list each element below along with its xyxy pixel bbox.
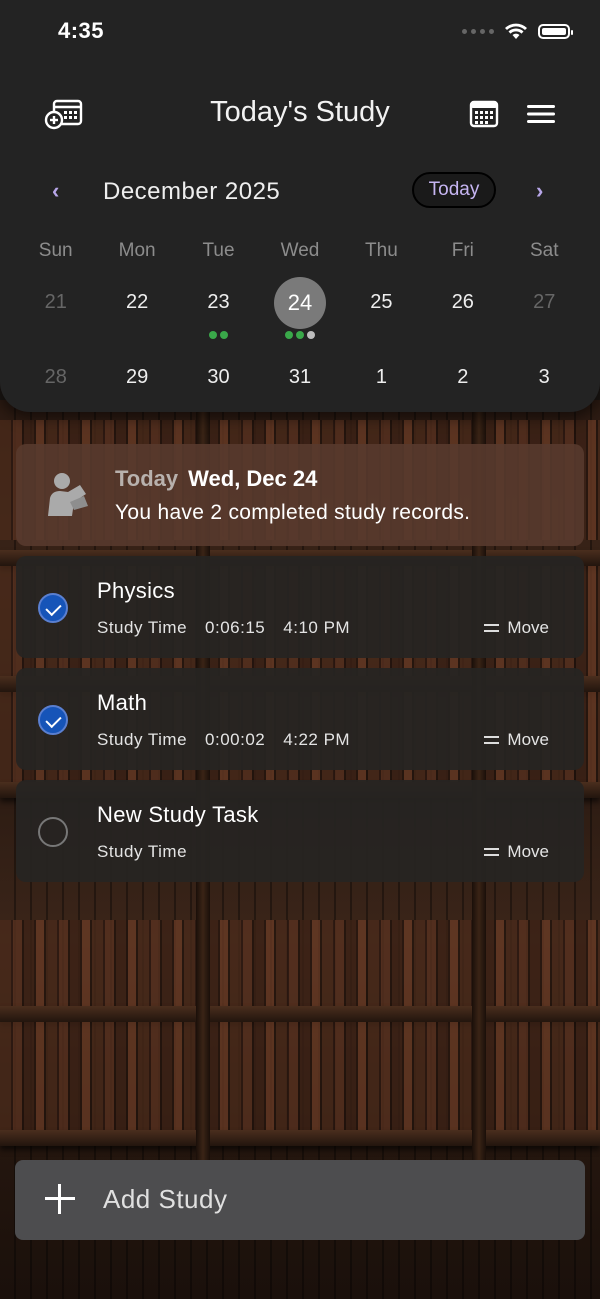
- study-duration: 0:06:15: [205, 618, 266, 637]
- today-label: Today: [115, 466, 179, 491]
- study-duration: 0:00:02: [205, 730, 266, 749]
- calendar-day[interactable]: 26: [422, 277, 503, 327]
- calendar-day[interactable]: 22: [96, 277, 177, 327]
- task-name: Physics: [97, 578, 175, 603]
- task-checkbox-checked[interactable]: [38, 593, 68, 623]
- move-handle[interactable]: Move: [484, 842, 549, 862]
- calendar-day-selected[interactable]: 24: [259, 277, 340, 339]
- chevron-right-icon[interactable]: ›: [536, 178, 543, 204]
- calendar-day[interactable]: 31: [259, 352, 340, 402]
- signal-icon: [462, 28, 494, 34]
- task-meta: Study Time 0:00:02 4:22 PM: [97, 730, 350, 750]
- study-time-label: Study Time: [97, 842, 188, 861]
- weekday-label: Sat: [529, 240, 559, 261]
- task-card[interactable]: Physics Study Time 0:06:15 4:10 PM Move: [16, 556, 584, 658]
- study-marks: [178, 331, 259, 339]
- weekday-label: Sun: [38, 240, 73, 261]
- page-title: Today's Study: [210, 96, 390, 128]
- status-time: 4:35: [58, 18, 105, 43]
- month-label: December 2025: [103, 178, 281, 205]
- weekday-label: Fri: [451, 240, 474, 261]
- task-meta: Study Time 0:06:15 4:10 PM: [97, 618, 350, 638]
- task-name: New Study Task: [97, 802, 259, 827]
- add-study-button[interactable]: Add Study: [15, 1160, 585, 1240]
- shelf-board: [0, 1006, 600, 1022]
- calendar-panel: 4:35 Today's Study ‹ December 2025 Today…: [0, 0, 600, 412]
- books-row: [0, 920, 600, 1010]
- calendar-day[interactable]: 21: [15, 277, 96, 327]
- task-card[interactable]: New Study Task Study Time Move: [16, 780, 584, 882]
- calendar-day[interactable]: 23: [178, 277, 259, 339]
- calendar-day[interactable]: 3: [504, 352, 585, 402]
- move-label: Move: [507, 618, 549, 637]
- add-study-label: Add Study: [103, 1184, 228, 1214]
- battery-icon: [538, 23, 573, 39]
- calendar-day[interactable]: 27: [504, 277, 585, 327]
- calendar-day[interactable]: 29: [96, 352, 177, 402]
- calendar-day[interactable]: 28: [15, 352, 96, 402]
- drag-handle-icon: [484, 736, 500, 744]
- move-label: Move: [507, 842, 549, 861]
- weekday-label: Tue: [202, 240, 235, 261]
- weekday-header: Sun Mon Tue Wed Thu Fri Sat: [15, 240, 585, 262]
- task-checkbox-checked[interactable]: [38, 705, 68, 735]
- summary-message: You have 2 completed study records.: [115, 501, 471, 524]
- study-marks: [259, 331, 340, 339]
- drag-handle-icon: [484, 624, 500, 632]
- weekday-label: Wed: [280, 240, 320, 261]
- task-name: Math: [97, 690, 148, 715]
- study-time-label: Study Time: [97, 618, 188, 637]
- plus-icon: [45, 1184, 75, 1214]
- shelf-board: [0, 1130, 600, 1146]
- task-meta: Study Time: [97, 842, 187, 862]
- chevron-left-icon[interactable]: ‹: [52, 178, 59, 204]
- drag-handle-icon: [484, 848, 500, 856]
- today-button[interactable]: Today: [412, 172, 496, 208]
- study-clock-time: 4:22 PM: [283, 730, 351, 749]
- study-time-label: Study Time: [97, 730, 188, 749]
- wifi-icon: [505, 23, 527, 39]
- summary-date: Today Wed, Dec 24: [115, 466, 317, 492]
- calendar-day[interactable]: 1: [341, 352, 422, 402]
- calendar-week: 21 22 23 24 25 26 27: [15, 277, 585, 339]
- daily-summary-card: Today Wed, Dec 24 You have 2 completed st…: [16, 444, 584, 546]
- books-row: [0, 1022, 600, 1132]
- calendar-week: 28 29 30 31 1 2 3: [15, 352, 585, 402]
- task-card[interactable]: Math Study Time 0:00:02 4:22 PM Move: [16, 668, 584, 770]
- weekday-label: Mon: [118, 240, 156, 261]
- date-label: Wed, Dec 24: [188, 466, 318, 491]
- weekday-label: Thu: [365, 240, 398, 261]
- reading-person-icon: [48, 473, 88, 516]
- move-handle[interactable]: Move: [484, 618, 549, 638]
- task-checkbox-unchecked[interactable]: [38, 817, 68, 847]
- calendar-day[interactable]: 2: [422, 352, 503, 402]
- month-navigator: ‹ December 2025 Today ›: [0, 172, 600, 212]
- move-label: Move: [507, 730, 549, 749]
- move-handle[interactable]: Move: [484, 730, 549, 750]
- calendar-day[interactable]: 30: [178, 352, 259, 402]
- calendar-day[interactable]: 25: [341, 277, 422, 327]
- study-clock-time: 4:10 PM: [283, 618, 351, 637]
- menu-icon[interactable]: [526, 102, 556, 126]
- calendar-grid-icon[interactable]: [468, 100, 500, 128]
- status-icons: [462, 22, 573, 40]
